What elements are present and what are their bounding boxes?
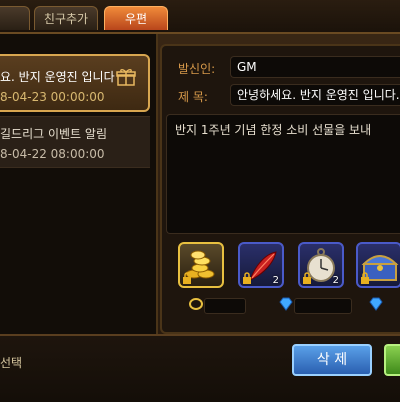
- subject-label: 제 목:: [178, 90, 208, 104]
- blue-gem-icon: [279, 297, 293, 311]
- lock-icon: [303, 272, 311, 284]
- tab-add-friend[interactable]: 친구추가: [34, 6, 98, 30]
- sender-label: 발신인:: [178, 62, 216, 76]
- item-count: 2: [332, 275, 339, 286]
- tab-mail[interactable]: 우편: [104, 6, 168, 30]
- lock-icon: [183, 272, 191, 284]
- mail-title: 길드리그 이벤트 알림: [0, 127, 107, 141]
- tab-previous[interactable]: [0, 6, 30, 30]
- mail-item-selected[interactable]: 요. 반지 운영진 입니다 8-04-23 00:00:00: [0, 54, 150, 112]
- gem-cost-display-2: [368, 296, 398, 314]
- mail-date: 8-04-22 08:00:00: [0, 147, 105, 161]
- lock-icon: [243, 272, 251, 284]
- sender-field: GM: [230, 56, 400, 78]
- blue-gem-icon: [369, 297, 383, 311]
- item-count: 2: [272, 275, 279, 286]
- gold-cost-display: [188, 296, 248, 314]
- mail-date: 8-04-23 00:00:00: [0, 90, 105, 104]
- mail-list: 요. 반지 운영진 입니다 8-04-23 00:00:00 길드리그 이벤트 …: [0, 34, 158, 334]
- mailbox-window: 친구추가 우편 요. 반지 운영진 입니다 8-04-23 00:00:00 길…: [0, 0, 400, 402]
- gift-icon: [116, 69, 136, 86]
- subject-field: 안녕하세요. 반지 운영진 입니다.: [230, 84, 400, 106]
- mail-title: 요. 반지 운영진 입니다: [0, 70, 115, 84]
- gem-cost-display: [278, 296, 358, 314]
- mail-body: 반지 1주년 기념 한정 소비 선물을 보내: [166, 114, 400, 234]
- item-slot-gold-coins[interactable]: [178, 242, 224, 288]
- lock-icon: [361, 272, 369, 284]
- gold-ring-icon: [189, 298, 203, 310]
- item-slot-red-feather[interactable]: 2: [238, 242, 284, 288]
- item-slot-treasure-chest[interactable]: [356, 242, 400, 288]
- gold-cost-slot: [204, 298, 246, 314]
- gem-cost-slot: [294, 298, 352, 314]
- delete-button[interactable]: 삭 제: [292, 344, 372, 376]
- mail-item[interactable]: 길드리그 이벤트 알림 8-04-22 08:00:00: [0, 116, 150, 168]
- footer-bar: 선택 삭 제: [0, 334, 400, 402]
- select-label[interactable]: 선택: [0, 354, 22, 371]
- tab-bar: 친구추가 우편: [0, 0, 400, 34]
- item-slot-pocket-watch[interactable]: 2: [298, 242, 344, 288]
- receive-button[interactable]: [384, 344, 400, 376]
- mail-detail-panel: 발신인: GM 제 목: 안녕하세요. 반지 운영진 입니다. 반지 1주년 기…: [160, 44, 400, 334]
